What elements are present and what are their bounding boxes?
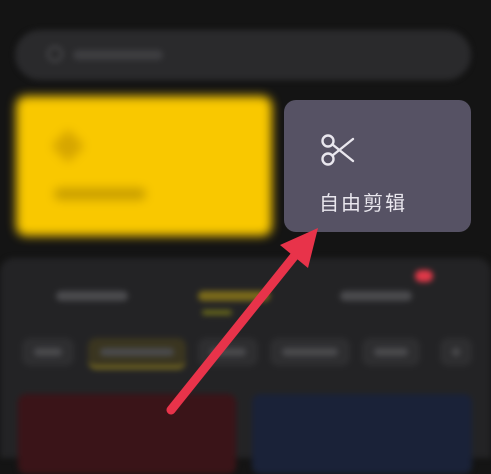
video-thumbnail[interactable] xyxy=(252,394,472,474)
filter-chip[interactable] xyxy=(270,338,350,366)
filter-icon[interactable] xyxy=(440,338,472,366)
filter-chip[interactable] xyxy=(362,338,420,366)
tab-underline xyxy=(202,310,232,315)
search-icon xyxy=(47,46,63,62)
filter-chip[interactable] xyxy=(198,338,258,366)
filter-chip-active[interactable] xyxy=(88,338,186,369)
bottom-panel xyxy=(0,258,491,474)
diamond-icon xyxy=(51,129,85,163)
search-placeholder xyxy=(73,50,163,60)
tab-1[interactable] xyxy=(56,291,128,301)
notification-badge xyxy=(415,270,433,282)
search-bar[interactable] xyxy=(15,30,471,80)
feature-card-label xyxy=(54,188,146,200)
feature-card-yellow[interactable] xyxy=(16,96,272,236)
video-thumbnail[interactable] xyxy=(18,394,236,474)
free-edit-label: 自由剪辑 xyxy=(319,191,407,215)
scissors-icon xyxy=(321,134,355,166)
tab-3[interactable] xyxy=(340,291,412,301)
free-edit-button[interactable]: 自由剪辑 xyxy=(284,100,471,232)
filter-chip[interactable] xyxy=(22,338,74,366)
tab-2[interactable] xyxy=(198,291,270,301)
